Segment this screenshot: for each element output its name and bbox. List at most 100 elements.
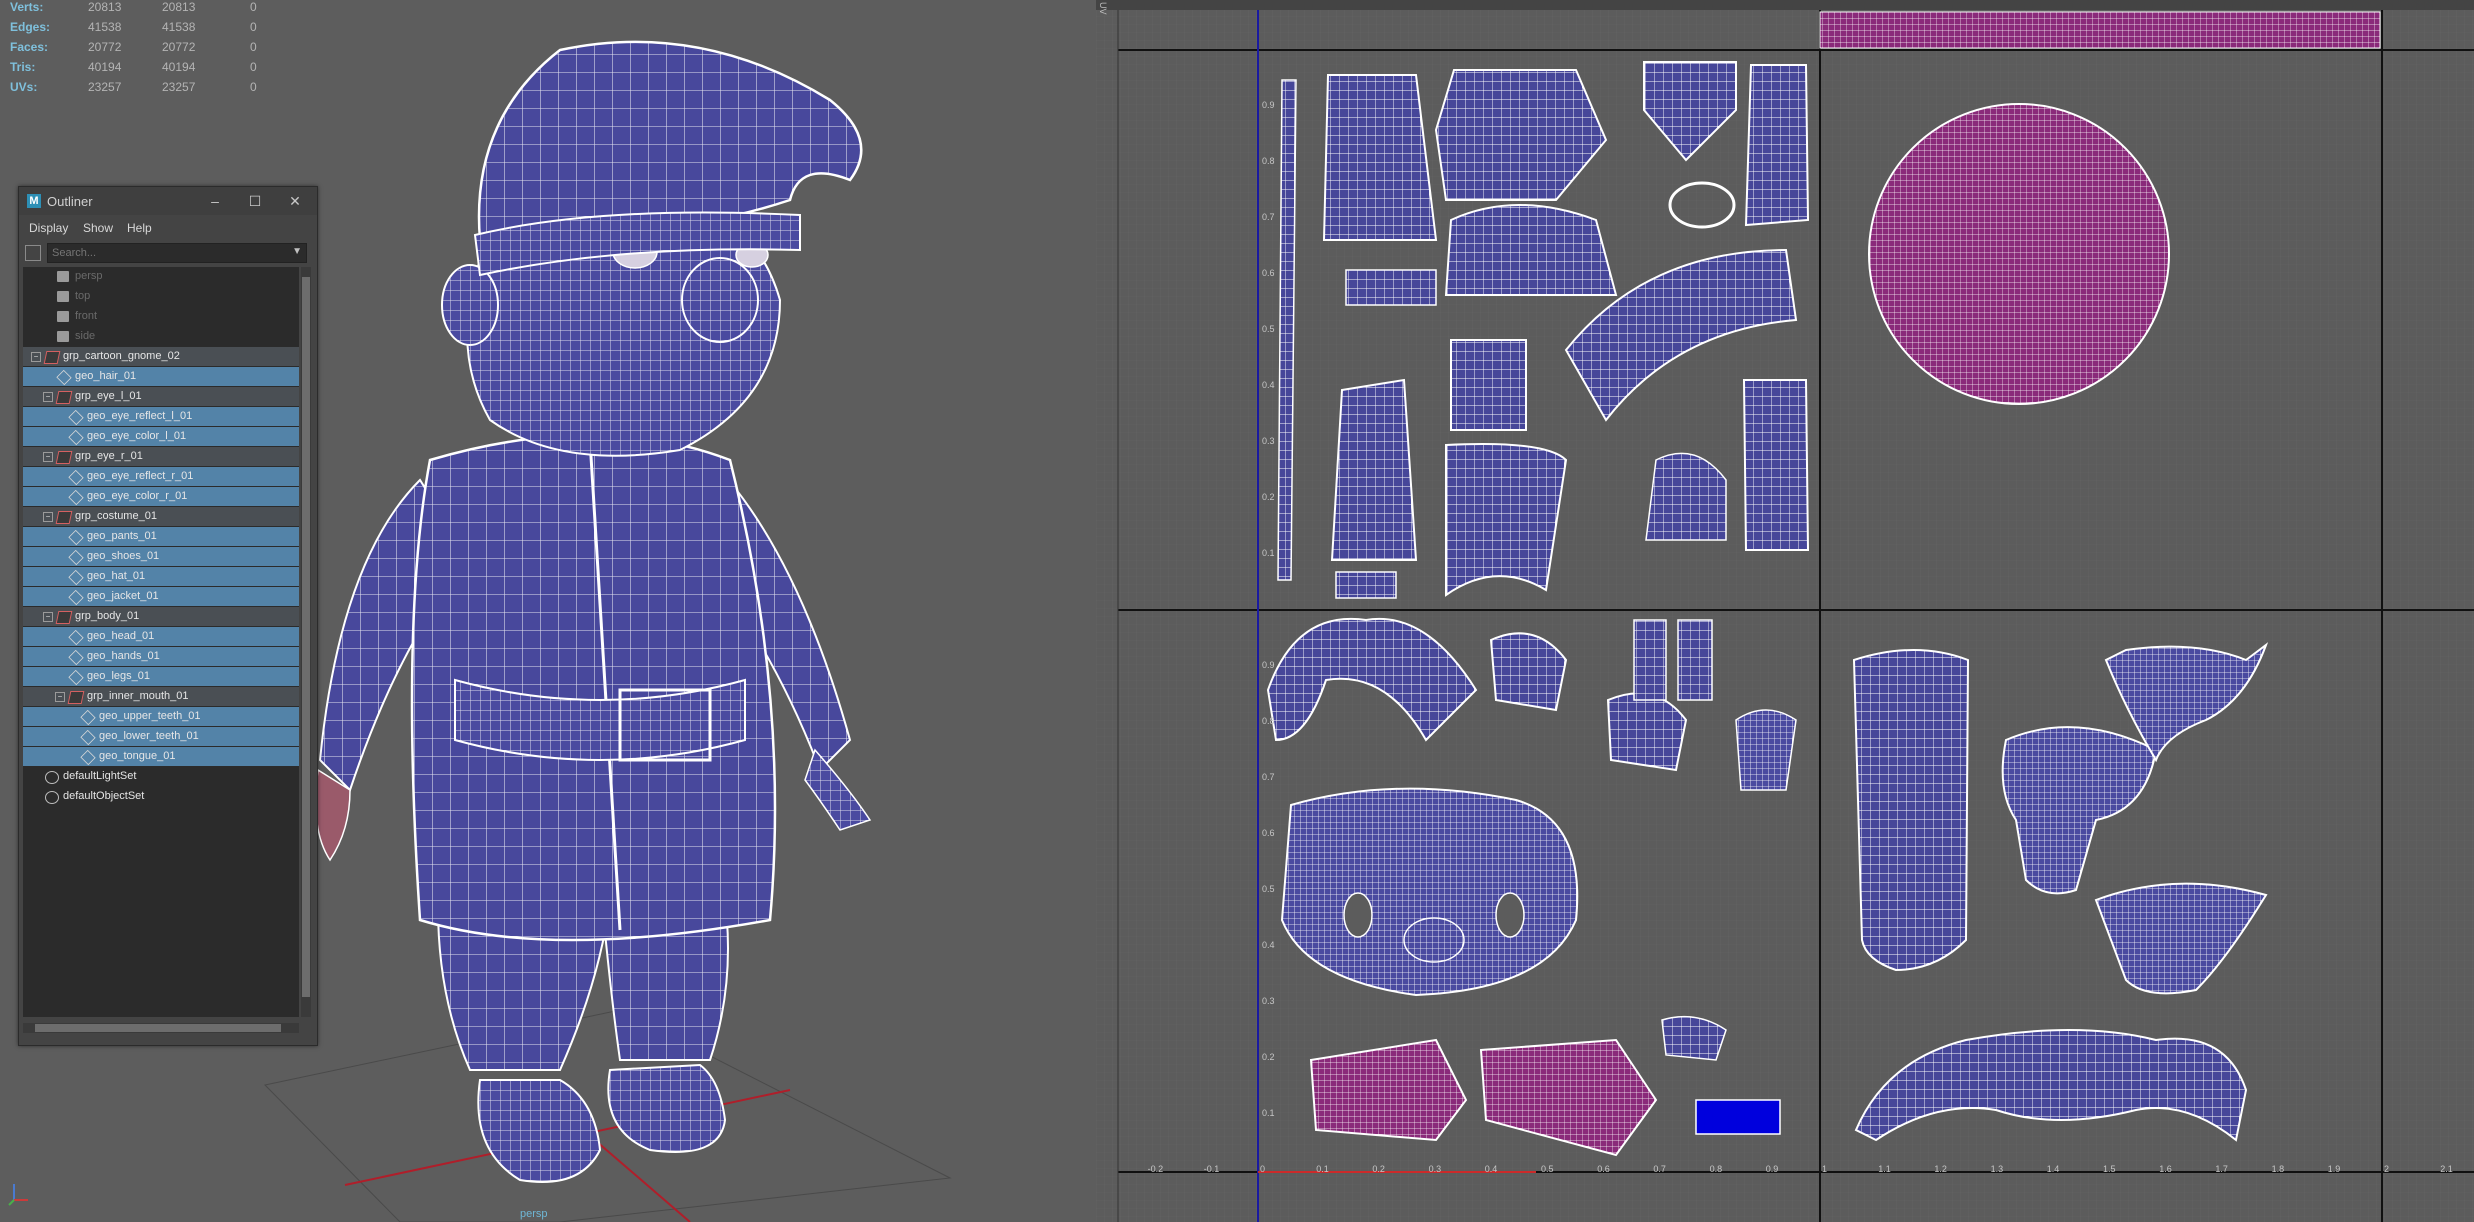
outliner-item-grp-eye-r-01[interactable]: − grp_eye_r_01	[23, 447, 299, 466]
outliner-item-grp-cartoon-gnome-02[interactable]: − grp_cartoon_gnome_02	[23, 347, 299, 366]
outliner-item-geo-eye-reflect-r-01[interactable]: geo_eye_reflect_r_01	[23, 467, 299, 486]
outliner-item-geo-hat-01[interactable]: geo_hat_01	[23, 567, 299, 586]
group-icon	[55, 451, 73, 464]
mesh-icon	[80, 749, 96, 766]
outliner-item-geo-lower-teeth-01[interactable]: geo_lower_teeth_01	[23, 727, 299, 746]
outliner-item-geo-eye-color-r-01[interactable]: geo_eye_color_r_01	[23, 487, 299, 506]
collapse-toggle-icon[interactable]: −	[43, 612, 53, 622]
outliner-item-geo-hands-01[interactable]: geo_hands_01	[23, 647, 299, 666]
maximize-icon[interactable]: ☐	[245, 191, 265, 211]
outliner-window[interactable]: M Outliner – ☐ ✕ Display Show Help ▼ per…	[18, 186, 318, 1046]
outliner-item-grp-inner-mouth-01[interactable]: − grp_inner_mouth_01	[23, 687, 299, 706]
mesh-icon	[68, 569, 84, 586]
v-tick-label: 0.6	[1262, 828, 1275, 838]
outliner-item-label: defaultObjectSet	[63, 790, 145, 802]
u-tick-label: 1.4	[2046, 1164, 2060, 1174]
scrollbar-thumb[interactable]	[302, 277, 310, 997]
u-tick-label: 1	[1822, 1164, 1828, 1174]
collapse-toggle-icon[interactable]: −	[31, 352, 41, 362]
outliner-item-defaultlightset[interactable]: defaultLightSet	[23, 767, 299, 786]
menu-help[interactable]: Help	[127, 221, 152, 235]
outliner-item-label: geo_head_01	[87, 630, 155, 642]
mesh-icon	[68, 489, 84, 506]
v-tick-label: 0.7	[1262, 212, 1275, 222]
v-tick-label: 0.6	[1262, 268, 1275, 278]
set-icon	[45, 771, 59, 784]
scrollbar-thumb[interactable]	[35, 1024, 281, 1032]
minimize-icon[interactable]: –	[205, 191, 225, 211]
outliner-title-bar[interactable]: M Outliner – ☐ ✕	[19, 187, 317, 215]
collapse-toggle-icon[interactable]: −	[43, 512, 53, 522]
search-field[interactable]: ▼	[47, 243, 307, 263]
outliner-item-geo-legs-01[interactable]: geo_legs_01	[23, 667, 299, 686]
outliner-item-label: geo_lower_teeth_01	[99, 730, 199, 742]
outliner-item-grp-eye-l-01[interactable]: − grp_eye_l_01	[23, 387, 299, 406]
outliner-item-geo-pants-01[interactable]: geo_pants_01	[23, 527, 299, 546]
outliner-item-persp[interactable]: persp	[23, 267, 299, 286]
outliner-item-label: geo_jacket_01	[87, 590, 159, 602]
outliner-item-grp-body-01[interactable]: − grp_body_01	[23, 607, 299, 626]
outliner-item-label: grp_inner_mouth_01	[87, 690, 189, 702]
outliner-item-geo-jacket-01[interactable]: geo_jacket_01	[23, 587, 299, 606]
v-tick-label: 0.1	[1262, 1108, 1275, 1118]
uv-editor-viewport[interactable]: UV -0.2 -0.1 0 0.1 0.2 0.3 0.4 0.5 0.6 0…	[1096, 0, 2474, 1222]
outliner-item-label: side	[75, 330, 96, 342]
outliner-item-label: geo_pants_01	[87, 530, 157, 542]
v-tick-label: 0.8	[1262, 156, 1275, 166]
mesh-icon	[68, 469, 84, 486]
outliner-item-label: geo_shoes_01	[87, 550, 160, 562]
u-tick-label: 0.6	[1597, 1164, 1610, 1174]
outliner-item-side[interactable]: side	[23, 327, 299, 346]
selected-uv-shell[interactable]	[1695, 1099, 1781, 1135]
filter-icon[interactable]	[25, 245, 41, 261]
menu-show[interactable]: Show	[83, 221, 113, 235]
v-tick-label: 0.9	[1262, 660, 1275, 670]
mesh-icon	[68, 529, 84, 546]
u-tick-label: 1.5	[2103, 1164, 2116, 1174]
search-input[interactable]	[52, 245, 282, 261]
horizontal-scrollbar[interactable]	[23, 1023, 299, 1033]
u-tick-label: 0.7	[1653, 1164, 1666, 1174]
uv-layout[interactable]	[1096, 0, 2474, 1222]
mesh-icon	[80, 729, 96, 746]
outliner-item-defaultobjectset[interactable]: defaultObjectSet	[23, 787, 299, 806]
vertical-scrollbar[interactable]	[301, 267, 311, 1017]
group-icon	[55, 511, 73, 524]
outliner-item-label: geo_legs_01	[87, 670, 151, 682]
collapse-toggle-icon[interactable]: −	[43, 452, 53, 462]
outliner-tree[interactable]: persp top front side − grp_cartoon_gnome_02 ge…	[23, 267, 299, 1017]
outliner-item-grp-costume-01[interactable]: − grp_costume_01	[23, 507, 299, 526]
outliner-item-geo-eye-color-l-01[interactable]: geo_eye_color_l_01	[23, 427, 299, 446]
outliner-item-label: geo_hat_01	[87, 570, 146, 582]
u-tick-label: 1.2	[1934, 1164, 1947, 1174]
collapse-toggle-icon[interactable]: −	[55, 692, 65, 702]
v-tick-label: 0.2	[1262, 1052, 1275, 1062]
u-tick-label: -0.2	[1147, 1164, 1164, 1174]
v-tick-label: 0.9	[1262, 100, 1275, 110]
outliner-item-top[interactable]: top	[23, 287, 299, 306]
group-icon	[43, 351, 61, 364]
outliner-item-geo-head-01[interactable]: geo_head_01	[23, 627, 299, 646]
collapse-toggle-icon[interactable]: −	[43, 392, 53, 402]
outliner-item-geo-upper-teeth-01[interactable]: geo_upper_teeth_01	[23, 707, 299, 726]
mesh-icon	[68, 409, 84, 426]
outliner-item-geo-hair-01[interactable]: geo_hair_01	[23, 367, 299, 386]
outliner-item-label: geo_eye_color_r_01	[87, 490, 188, 502]
menu-display[interactable]: Display	[29, 221, 68, 235]
close-icon[interactable]: ✕	[285, 191, 305, 211]
u-tick-label: 0	[1260, 1164, 1266, 1174]
v-tick-label: 0.2	[1262, 492, 1275, 502]
outliner-item-label: top	[75, 290, 91, 302]
chevron-down-icon[interactable]: ▼	[292, 246, 302, 257]
u-tick-label: 0.8	[1709, 1164, 1723, 1174]
mesh-icon	[68, 649, 84, 666]
outliner-item-label: persp	[75, 270, 103, 282]
outliner-item-geo-eye-reflect-l-01[interactable]: geo_eye_reflect_l_01	[23, 407, 299, 426]
axis-gizmo	[8, 1184, 28, 1206]
camera-icon	[57, 271, 69, 282]
v-tick-label: 0.4	[1262, 380, 1275, 390]
u-tick-label: 1.9	[2327, 1164, 2341, 1174]
outliner-item-geo-tongue-01[interactable]: geo_tongue_01	[23, 747, 299, 766]
outliner-item-geo-shoes-01[interactable]: geo_shoes_01	[23, 547, 299, 566]
outliner-item-front[interactable]: front	[23, 307, 299, 326]
